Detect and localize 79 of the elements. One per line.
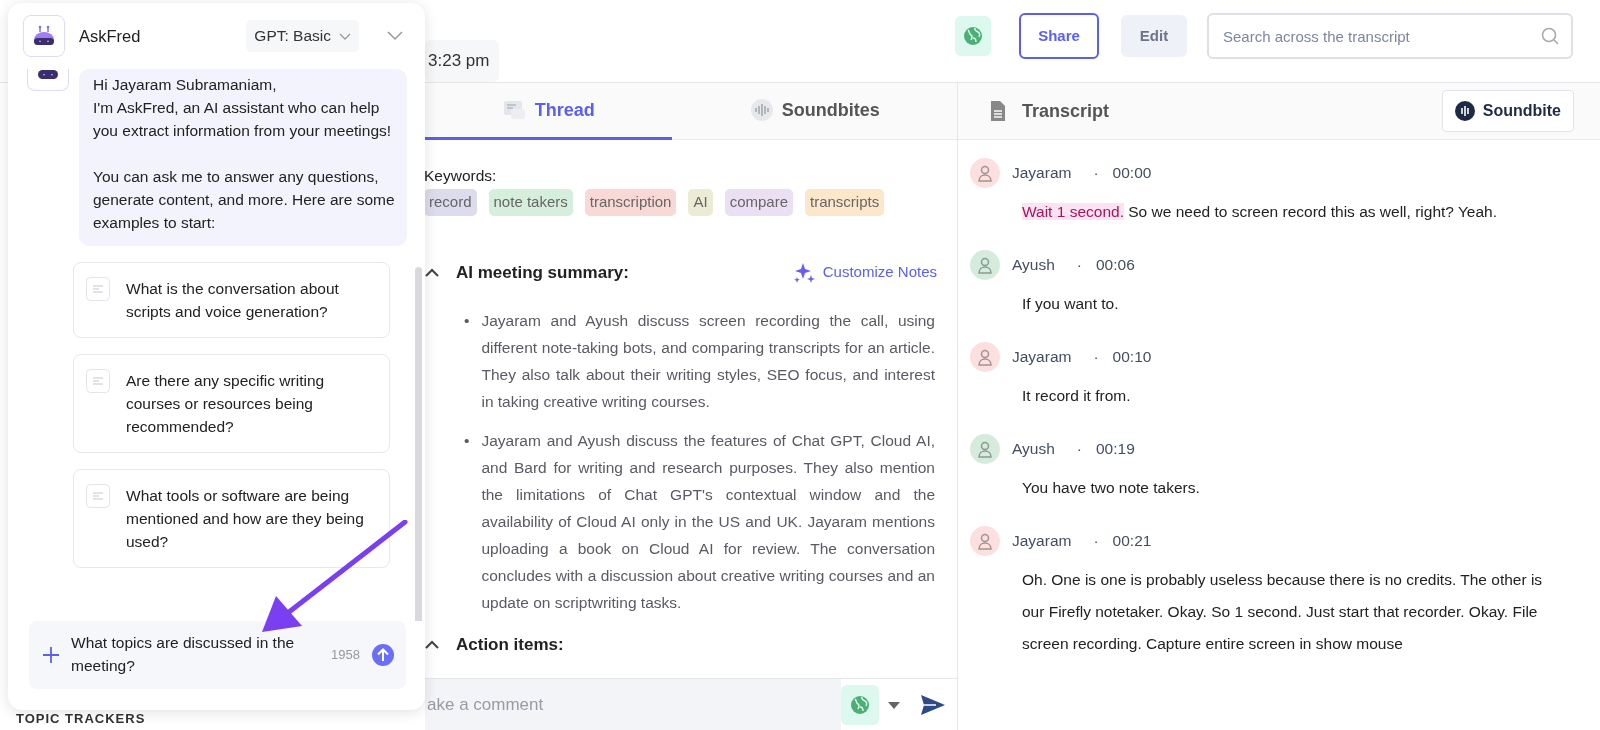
transcript-text: It record it from. <box>1021 386 1132 406</box>
bullet-marker: • <box>464 311 470 332</box>
send-icon <box>920 693 946 716</box>
speaker-name: Ayush <box>1012 255 1055 276</box>
keyword-tag[interactable]: transcription <box>584 189 677 216</box>
suggestion-button[interactable]: What tools or software are being mentioned and how are they being used? <box>73 469 390 569</box>
meeting-time: 3:23 pm <box>425 40 500 82</box>
share-button[interactable]: Share <box>1019 13 1099 59</box>
transcript-text: Oh. One is one is probably useless because there is no credits. The other is our Firefly notetaker. Okay. So 1 second. Just start that recorder. Okay. File screen recording. Capture entire screen in show mouse <box>1021 570 1544 654</box>
bullet-marker: • <box>464 431 470 452</box>
suggestion-button[interactable]: Are there any specific writing courses or resources being recommended? <box>73 354 390 454</box>
chevron-down-icon <box>339 32 351 40</box>
chevron-down-icon[interactable] <box>387 31 403 42</box>
keyword-tag[interactable]: record <box>424 189 477 216</box>
plus-icon[interactable] <box>43 647 59 663</box>
keyword-tag[interactable]: compare <box>724 189 793 216</box>
section-title: AI meeting summary: <box>456 261 629 284</box>
tab[interactable]: Soundbites <box>672 83 957 140</box>
customize-notes-link[interactable]: Customize Notes <box>792 261 937 284</box>
document-icon <box>990 100 1006 122</box>
globe-icon <box>963 26 983 46</box>
separator-dot: · <box>1093 531 1099 552</box>
transcript-text: You have two note takers. <box>1021 478 1201 498</box>
transcript-text: If you want to. <box>1021 294 1120 314</box>
keywords-label: Keywords: <box>424 166 498 186</box>
timestamp: 00:21 <box>1112 531 1152 552</box>
timestamp: 00:00 <box>1112 163 1152 184</box>
separator-dot: · <box>1093 347 1099 368</box>
summary-bullet: Jayaram and Ayush discuss the features of Chat GPT, Cloud AI, and Bard for writing and research purposes. They also mention the limitations of Chat GPT's contextual window and the availability of Cloud AI only in the US and UK. Jayaram mentions uploading a book on Cloud AI for review. The conversation concludes with a discussion about creative writing courses and an update on scriptwriting tasks. <box>481 431 935 614</box>
sparkle-icon <box>792 261 815 284</box>
panel-title: AskFred <box>79 25 141 47</box>
globe-icon <box>850 694 870 715</box>
waveform-icon <box>749 98 774 122</box>
scrollbar[interactable] <box>415 267 422 621</box>
separator-dot: · <box>1076 255 1082 276</box>
document-icon <box>86 277 110 302</box>
language-button[interactable] <box>955 16 991 56</box>
person-icon <box>977 348 993 366</box>
language-button[interactable] <box>841 684 879 725</box>
chat-icon <box>502 99 527 121</box>
timestamp: 00:10 <box>1112 347 1152 368</box>
search-icon <box>1541 27 1559 45</box>
document-icon <box>86 484 110 509</box>
comment-field[interactable]: ake a comment <box>425 679 841 730</box>
separator-dot: · <box>1076 439 1082 460</box>
summary-bullet: Jayaram and Ayush discuss screen recording the call, using different note-taking bots, and comparing transcripts for an article. They also talk about their writing styles, SEO focus, and interest in taking creative writing courses. <box>481 311 935 413</box>
chat-message: Hi Jayaram Subramaniam, I'm AskFred, an AI assistant who can help you extract information from your meetings! You can ask me to answer any questions, generate content, and more. Here are some examples to start: <box>79 69 407 247</box>
caret-icon[interactable] <box>887 699 901 710</box>
timestamp: 00:19 <box>1096 439 1135 460</box>
keyword-tag[interactable]: note takers <box>488 189 573 216</box>
model-dropdown[interactable]: GPT: Basic <box>246 20 359 52</box>
send-icon[interactable] <box>372 644 394 666</box>
person-icon <box>977 256 993 274</box>
waveform-icon <box>1454 101 1475 121</box>
speaker-name: Jayaram <box>1012 347 1072 368</box>
keyword-tag[interactable]: transcripts <box>805 189 885 216</box>
message-field[interactable]: What topics are discussed in the meeting? <box>71 631 320 679</box>
message-composer[interactable]: What topics are discussed in the meeting? 1958 <box>29 620 406 689</box>
keyword-tag[interactable]: AI <box>688 189 713 216</box>
robot-icon <box>37 69 59 81</box>
timestamp: 00:06 <box>1096 255 1135 276</box>
person-icon <box>977 532 993 550</box>
suggestion-button[interactable]: What is the conversation about scripts and voice generation? <box>73 262 390 339</box>
robot-icon <box>32 25 56 48</box>
character-count: 1958 <box>331 646 360 665</box>
document-icon <box>86 369 110 394</box>
section-label: TOPIC TRACKERS <box>16 709 146 728</box>
separator-dot: · <box>1093 163 1099 184</box>
transcript-text: Wait 1 second. So we need to screen record this as well, right? Yeah. <box>1021 202 1499 222</box>
speaker-name: Jayaram <box>1012 531 1072 552</box>
panel-title: Transcript <box>1022 99 1110 123</box>
search-field[interactable]: Search across the transcript <box>1207 13 1573 59</box>
person-icon <box>977 164 993 182</box>
person-icon <box>977 440 993 458</box>
speaker-name: Ayush <box>1012 439 1055 460</box>
section-title: Action items: <box>456 634 564 657</box>
soundbite-button[interactable]: Soundbite <box>1441 90 1574 132</box>
speaker-name: Jayaram <box>1012 163 1072 184</box>
edit-button[interactable]: Edit <box>1121 15 1187 57</box>
